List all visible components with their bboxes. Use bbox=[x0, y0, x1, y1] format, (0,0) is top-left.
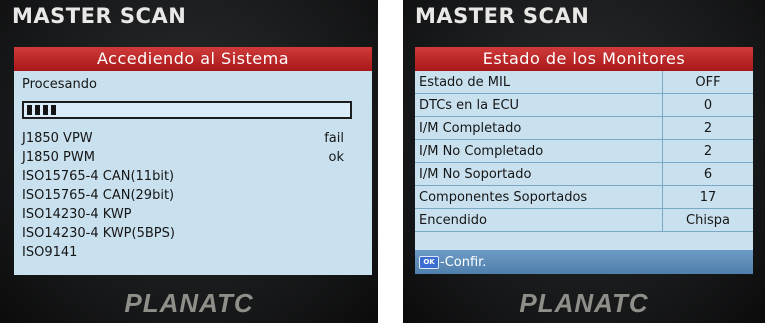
progress-segment bbox=[35, 105, 40, 115]
monitor-label: I/M No Completado bbox=[415, 139, 663, 163]
progress-segment bbox=[51, 105, 56, 115]
brand-logo: MASTER SCAN bbox=[415, 4, 590, 28]
screen-title: Estado de los Monitores bbox=[415, 47, 753, 71]
confirm-hint-bar[interactable]: OK -Confir. bbox=[415, 250, 753, 274]
table-row: I/M Completado 2 bbox=[415, 116, 753, 140]
ok-key-icon: OK bbox=[419, 255, 439, 269]
monitor-label: Estado de MIL bbox=[415, 71, 663, 94]
protocol-row: ISO15765-4 CAN(29bit) bbox=[22, 186, 364, 205]
table-row: Estado de MIL OFF bbox=[415, 71, 753, 94]
footer-brand-logo: PLANATC bbox=[519, 288, 649, 318]
protocol-status bbox=[344, 224, 364, 243]
table-row: I/M No Soportado 6 bbox=[415, 162, 753, 186]
protocol-row: ISO9141 bbox=[22, 243, 364, 262]
monitor-label: Componentes Soportados bbox=[415, 185, 663, 209]
brand-logo: MASTER SCAN bbox=[12, 4, 187, 28]
progress-segment bbox=[27, 105, 32, 115]
protocol-list: J1850 VPW fail J1850 PWM ok ISO15765-4 C… bbox=[22, 129, 364, 262]
progress-bar bbox=[22, 101, 352, 119]
protocol-name: ISO15765-4 CAN(11bit) bbox=[22, 169, 175, 184]
left-scanner-device: MASTER SCAN Accediendo al Sistema Proces… bbox=[0, 0, 378, 323]
monitor-value: Chispa bbox=[662, 208, 753, 232]
footer-brand-logo: PLANATC bbox=[124, 288, 254, 318]
protocol-status bbox=[344, 205, 364, 224]
table-row: Encendido Chispa bbox=[415, 208, 753, 232]
confirm-label: -Confir. bbox=[440, 254, 487, 270]
monitor-label: DTCs en la ECU bbox=[415, 93, 663, 117]
table-row: DTCs en la ECU 0 bbox=[415, 93, 753, 117]
monitor-value: 6 bbox=[662, 162, 753, 186]
protocol-row: ISO14230-4 KWP(5BPS) bbox=[22, 224, 364, 243]
monitor-value: 2 bbox=[662, 139, 753, 163]
monitor-table: Estado de MIL OFF DTCs en la ECU 0 I/M C… bbox=[415, 71, 753, 232]
protocol-status bbox=[344, 243, 364, 262]
monitor-value: 2 bbox=[662, 116, 753, 140]
screen-title: Accediendo al Sistema bbox=[14, 47, 372, 71]
progress-segment bbox=[43, 105, 48, 115]
protocol-status bbox=[344, 186, 364, 205]
protocol-name: ISO15765-4 CAN(29bit) bbox=[22, 188, 175, 203]
protocol-row: ISO15765-4 CAN(11bit) bbox=[22, 167, 364, 186]
progress-bar-fill bbox=[27, 105, 56, 115]
table-row: I/M No Completado 2 bbox=[415, 139, 753, 163]
table-row: Componentes Soportados 17 bbox=[415, 185, 753, 209]
protocol-status bbox=[344, 167, 364, 186]
processing-label: Procesando bbox=[22, 77, 97, 92]
monitor-value: 0 bbox=[662, 93, 753, 117]
protocol-status: ok bbox=[328, 150, 344, 165]
protocol-row: J1850 VPW fail bbox=[22, 129, 364, 148]
monitor-value: 17 bbox=[662, 185, 753, 209]
system-access-screen: Accediendo al Sistema Procesando J1850 V… bbox=[14, 47, 372, 275]
protocol-status: fail bbox=[324, 131, 344, 146]
monitor-status-screen: Estado de los Monitores Estado de MIL OF… bbox=[415, 47, 753, 274]
protocol-row: J1850 PWM ok bbox=[22, 148, 364, 167]
monitor-label: Encendido bbox=[415, 208, 663, 232]
protocol-name: J1850 VPW bbox=[22, 131, 93, 146]
protocol-row: ISO14230-4 KWP bbox=[22, 205, 364, 224]
protocol-name: ISO9141 bbox=[22, 245, 78, 260]
protocol-name: ISO14230-4 KWP bbox=[22, 207, 132, 222]
monitor-label: I/M Completado bbox=[415, 116, 663, 140]
monitor-label: I/M No Soportado bbox=[415, 162, 663, 186]
protocol-name: ISO14230-4 KWP(5BPS) bbox=[22, 226, 175, 241]
right-scanner-device: MASTER SCAN Estado de los Monitores Esta… bbox=[403, 0, 765, 323]
monitor-value: OFF bbox=[662, 71, 753, 94]
protocol-name: J1850 PWM bbox=[22, 150, 95, 165]
